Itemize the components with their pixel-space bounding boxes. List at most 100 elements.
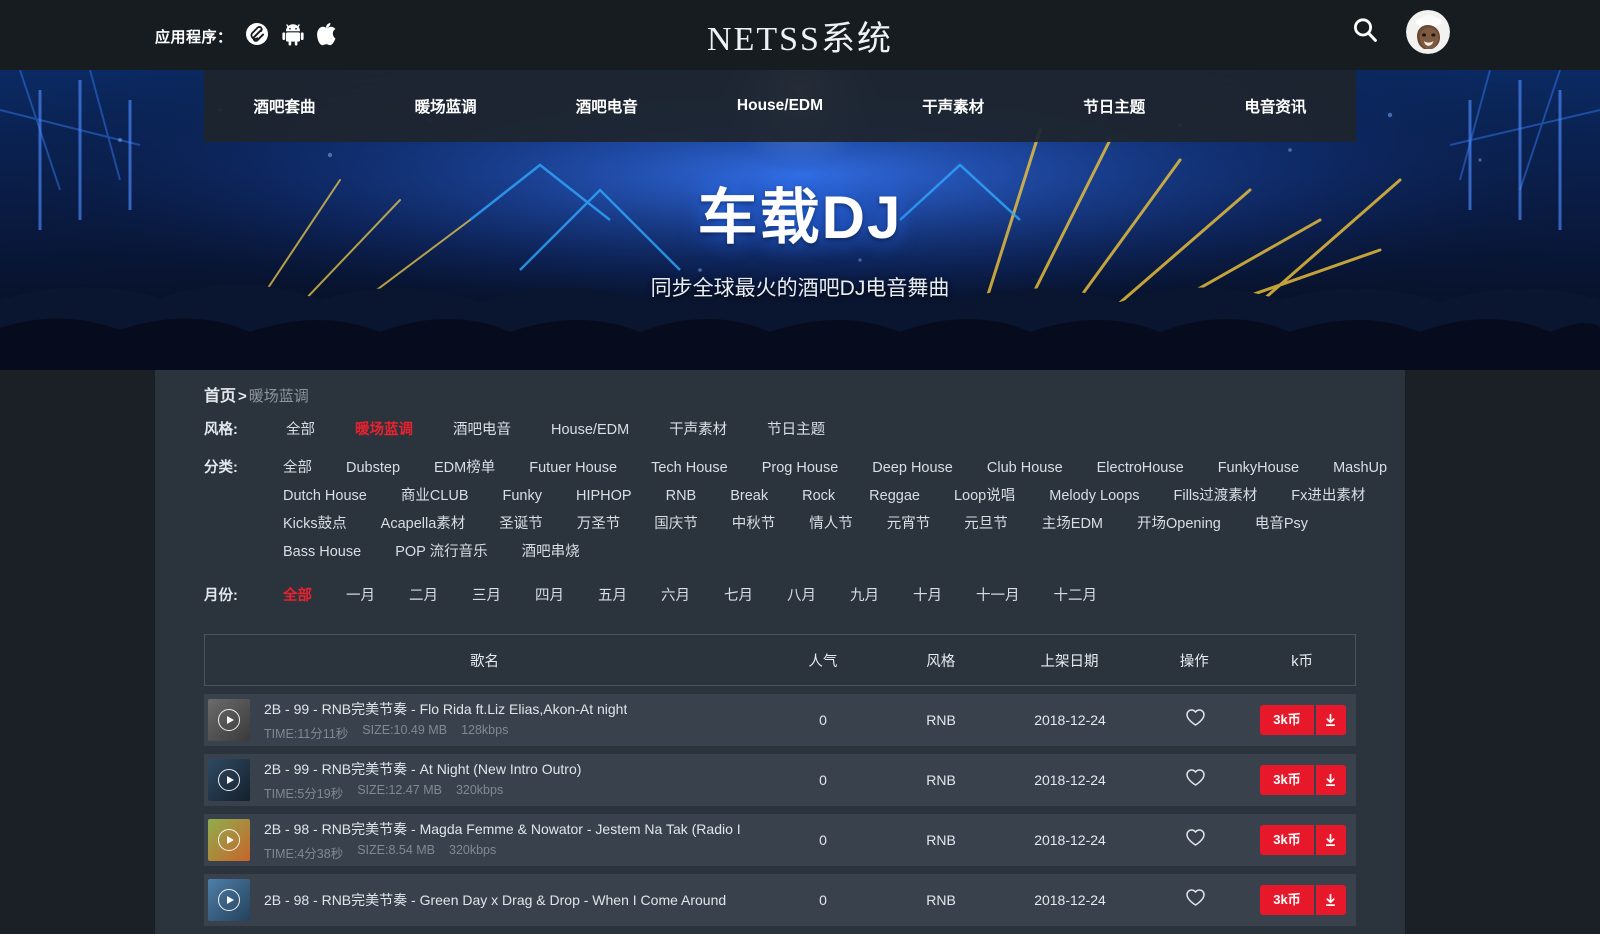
filter-category-8[interactable]: ElectroHouse [1080,454,1201,482]
play-icon[interactable] [218,889,240,911]
android-icon[interactable] [282,22,304,51]
heart-icon[interactable] [1186,770,1205,790]
filter-style-5[interactable]: 节日主题 [747,416,845,444]
album-thumbnail[interactable] [208,879,250,921]
download-icon[interactable] [1316,705,1346,735]
filter-category-11[interactable]: Dutch House [266,482,384,510]
filter-category-17[interactable]: Rock [785,482,852,510]
nav-item-5[interactable]: 节日主题 [1034,95,1195,117]
song-title[interactable]: 2B - 98 - RNB完美节奏 - Magda Femme & Nowato… [264,819,741,839]
filter-category-22[interactable]: Fx进出素材 [1274,482,1382,510]
filter-category-28[interactable]: 中秋节 [715,510,793,538]
filter-category-26[interactable]: 万圣节 [560,510,638,538]
nav-item-4[interactable]: 干声素材 [873,95,1034,117]
filter-month-9[interactable]: 九月 [833,582,896,610]
play-icon[interactable] [218,709,240,731]
filter-style-0[interactable]: 全部 [266,416,335,444]
filter-category-27[interactable]: 国庆节 [637,510,715,538]
nav-item-0[interactable]: 酒吧套曲 [204,95,365,117]
avatar[interactable] [1406,10,1450,54]
filter-category-15[interactable]: RNB [649,482,714,510]
song-title[interactable]: 2B - 99 - RNB完美节奏 - Flo Rida ft.Liz Elia… [264,699,627,719]
filter-month-7[interactable]: 七月 [707,582,770,610]
cell-popularity: 0 [764,832,882,848]
nav-item-3[interactable]: House/EDM [687,97,872,115]
table-row[interactable]: 2B - 98 - RNB完美节奏 - Green Day x Drag & D… [204,874,1356,926]
filter-category-19[interactable]: Loop说唱 [937,482,1032,510]
heart-icon[interactable] [1186,830,1205,850]
download-icon[interactable] [1316,825,1346,855]
filter-category-30[interactable]: 元宵节 [870,510,948,538]
filter-month-1[interactable]: 一月 [329,582,392,610]
filter-category-23[interactable]: Kicks鼓点 [266,510,364,538]
nav-item-6[interactable]: 电音资讯 [1195,95,1356,117]
song-title[interactable]: 2B - 98 - RNB完美节奏 - Green Day x Drag & D… [264,890,726,910]
table-row[interactable]: 2B - 98 - RNB完美节奏 - Magda Femme & Nowato… [204,814,1356,866]
download-icon[interactable] [1316,885,1346,915]
filter-style-4[interactable]: 干声素材 [649,416,747,444]
filter-category-1[interactable]: Dubstep [329,454,417,482]
play-icon[interactable] [218,829,240,851]
coin-price-button[interactable]: 3k币 [1260,825,1313,855]
filter-category-14[interactable]: HIPHOP [559,482,649,510]
breadcrumb-home[interactable]: 首页 [204,388,236,405]
filter-category-4[interactable]: Tech House [634,454,745,482]
top-right-actions [1350,10,1450,54]
song-title[interactable]: 2B - 99 - RNB完美节奏 - At Night (New Intro … [264,759,581,779]
play-icon[interactable] [218,769,240,791]
filter-month-3[interactable]: 三月 [455,582,518,610]
filter-category-29[interactable]: 情人节 [792,510,870,538]
clip-icon[interactable] [245,22,269,51]
filter-month-12[interactable]: 十二月 [1037,582,1115,610]
filter-style-1[interactable]: 暖场蓝调 [335,416,433,444]
filter-month-11[interactable]: 十一月 [959,582,1037,610]
filter-category-9[interactable]: FunkyHouse [1201,454,1316,482]
filter-style-2[interactable]: 酒吧电音 [433,416,531,444]
coin-price-button[interactable]: 3k币 [1260,765,1313,795]
coin-price-button[interactable]: 3k币 [1260,885,1313,915]
filter-category-2[interactable]: EDM榜单 [417,454,512,482]
album-thumbnail[interactable] [208,699,250,741]
filter-category-33[interactable]: 开场Opening [1120,510,1238,538]
apple-icon[interactable] [317,22,337,51]
filter-month-8[interactable]: 八月 [770,582,833,610]
nav-item-2[interactable]: 酒吧电音 [526,95,687,117]
filter-month-4[interactable]: 四月 [518,582,581,610]
table-row[interactable]: 2B - 99 - RNB完美节奏 - Flo Rida ft.Liz Elia… [204,694,1356,746]
filter-category-32[interactable]: 主场EDM [1025,510,1120,538]
filter-month-0[interactable]: 全部 [266,582,329,610]
filter-category-13[interactable]: Funky [486,482,560,510]
filter-month-2[interactable]: 二月 [392,582,455,610]
coin-price-button[interactable]: 3k币 [1260,705,1313,735]
album-thumbnail[interactable] [208,819,250,861]
filter-category-25[interactable]: 圣诞节 [482,510,560,538]
filter-category-7[interactable]: Club House [970,454,1080,482]
filter-category-12[interactable]: 商业CLUB [384,482,486,510]
search-icon[interactable] [1350,15,1380,50]
filter-month-5[interactable]: 五月 [581,582,644,610]
filter-category-36[interactable]: POP 流行音乐 [378,538,504,566]
download-icon[interactable] [1316,765,1346,795]
filter-category-3[interactable]: Futuer House [512,454,634,482]
filter-category-21[interactable]: Fills过渡素材 [1157,482,1275,510]
filter-category-24[interactable]: Acapella素材 [364,510,483,538]
filter-category-37[interactable]: 酒吧串烧 [505,538,597,566]
filter-category-18[interactable]: Reggae [852,482,937,510]
nav-item-1[interactable]: 暖场蓝调 [365,95,526,117]
filter-category-20[interactable]: Melody Loops [1032,482,1156,510]
filter-category-5[interactable]: Prog House [745,454,856,482]
filter-category-16[interactable]: Break [713,482,785,510]
heart-icon[interactable] [1186,890,1205,910]
filter-category-34[interactable]: 电音Psy [1238,510,1325,538]
heart-icon[interactable] [1186,710,1205,730]
table-row[interactable]: 2B - 99 - RNB完美节奏 - At Night (New Intro … [204,754,1356,806]
filter-category-31[interactable]: 元旦节 [947,510,1025,538]
filter-category-10[interactable]: MashUp [1316,454,1404,482]
filter-category-35[interactable]: Bass House [266,538,378,566]
filter-category-0[interactable]: 全部 [266,454,329,482]
filter-month-6[interactable]: 六月 [644,582,707,610]
filter-style-3[interactable]: House/EDM [531,416,649,444]
filter-month-10[interactable]: 十月 [896,582,959,610]
album-thumbnail[interactable] [208,759,250,801]
filter-category-6[interactable]: Deep House [855,454,970,482]
